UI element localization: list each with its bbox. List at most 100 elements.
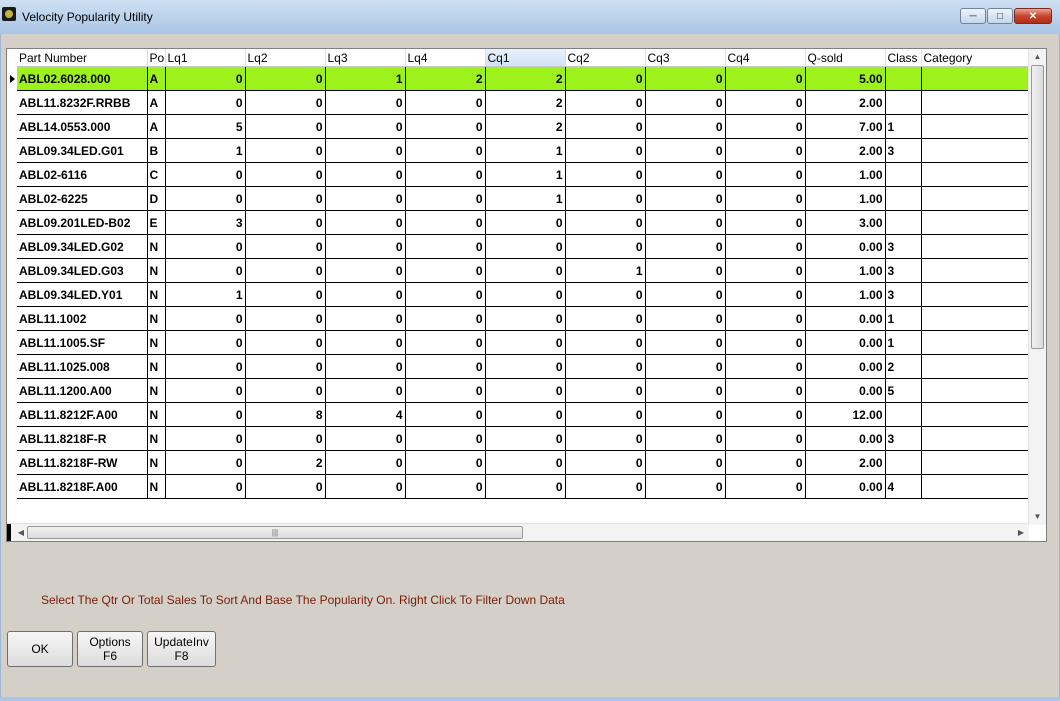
- table-cell[interactable]: 2: [245, 450, 326, 475]
- table-cell[interactable]: 3: [885, 138, 922, 163]
- table-cell[interactable]: [921, 162, 1029, 187]
- table-cell[interactable]: 0: [725, 162, 806, 187]
- table-cell[interactable]: N: [147, 474, 166, 499]
- table-cell[interactable]: [921, 402, 1029, 427]
- table-cell[interactable]: C: [147, 162, 166, 187]
- table-cell[interactable]: 0: [405, 114, 486, 139]
- table-cell[interactable]: ABL11.8212F.A00: [17, 402, 148, 427]
- table-cell[interactable]: 0: [565, 90, 646, 115]
- table-cell[interactable]: [921, 354, 1029, 379]
- table-cell[interactable]: 0: [405, 426, 486, 451]
- table-cell[interactable]: 0: [565, 162, 646, 187]
- table-cell[interactable]: 0: [485, 210, 566, 235]
- table-cell[interactable]: 0: [325, 138, 406, 163]
- table-cell[interactable]: 0: [485, 282, 566, 307]
- table-cell[interactable]: 0: [165, 90, 246, 115]
- table-cell[interactable]: 0: [325, 378, 406, 403]
- table-cell[interactable]: 0: [725, 186, 806, 211]
- table-cell[interactable]: [885, 210, 922, 235]
- table-cell[interactable]: 0: [645, 258, 726, 283]
- table-cell[interactable]: 0: [245, 474, 326, 499]
- table-cell[interactable]: 2: [485, 114, 566, 139]
- table-cell[interactable]: 3.00: [805, 210, 886, 235]
- table-cell[interactable]: 0: [725, 402, 806, 427]
- table-cell[interactable]: 0: [645, 66, 726, 91]
- table-cell[interactable]: 0.00: [805, 234, 886, 259]
- column-header[interactable]: Part Number: [17, 49, 148, 67]
- table-cell[interactable]: 0: [405, 210, 486, 235]
- table-cell[interactable]: N: [147, 258, 166, 283]
- table-cell[interactable]: 4: [325, 402, 406, 427]
- table-cell[interactable]: ABL11.8218F.A00: [17, 474, 148, 499]
- table-cell[interactable]: 1: [165, 138, 246, 163]
- column-header[interactable]: Lq4: [405, 49, 486, 67]
- table-cell[interactable]: 0: [645, 282, 726, 307]
- table-row[interactable]: ABL02-6116 C 0 0 0 0 1 0 0 0 1.00: [7, 162, 1029, 187]
- column-header[interactable]: Q-sold: [805, 49, 886, 67]
- vertical-scroll-thumb[interactable]: [1031, 65, 1044, 349]
- table-cell[interactable]: 0: [245, 354, 326, 379]
- table-cell[interactable]: N: [147, 330, 166, 355]
- table-cell[interactable]: 0: [165, 258, 246, 283]
- table-cell[interactable]: 0: [245, 282, 326, 307]
- table-row[interactable]: ABL11.1005.SF N 0 0 0 0 0 0 0 0 0.00 1: [7, 330, 1029, 355]
- table-cell[interactable]: [921, 258, 1029, 283]
- table-cell[interactable]: 0: [245, 186, 326, 211]
- table-cell[interactable]: ABL09.201LED-B02: [17, 210, 148, 235]
- table-cell[interactable]: 0: [565, 474, 646, 499]
- table-cell[interactable]: 12.00: [805, 402, 886, 427]
- table-cell[interactable]: 0: [725, 234, 806, 259]
- table-cell[interactable]: 0: [405, 234, 486, 259]
- minimize-button[interactable]: ─: [960, 8, 986, 24]
- table-row[interactable]: ABL11.8218F-R N 0 0 0 0 0 0 0 0 0.00 3: [7, 426, 1029, 451]
- column-header[interactable]: Cq1: [485, 49, 566, 67]
- table-row[interactable]: ABL11.8218F-RW N 0 2 0 0 0 0 0 0 2.00: [7, 450, 1029, 475]
- table-cell[interactable]: 0: [565, 234, 646, 259]
- table-cell[interactable]: 0: [645, 114, 726, 139]
- table-cell[interactable]: 0: [485, 426, 566, 451]
- table-cell[interactable]: 0: [565, 66, 646, 91]
- table-cell[interactable]: 0: [405, 186, 486, 211]
- table-cell[interactable]: 1.00: [805, 258, 886, 283]
- column-header[interactable]: Category: [921, 49, 1029, 67]
- table-cell[interactable]: [921, 234, 1029, 259]
- table-cell[interactable]: 0: [725, 282, 806, 307]
- table-cell[interactable]: 0: [245, 66, 326, 91]
- table-cell[interactable]: ABL11.1002: [17, 306, 148, 331]
- table-cell[interactable]: 0: [325, 210, 406, 235]
- horizontal-scroll-thumb[interactable]: |||: [27, 526, 523, 539]
- table-row[interactable]: ABL11.8212F.A00 N 0 8 4 0 0 0 0 0 12.00: [7, 402, 1029, 427]
- table-cell[interactable]: 3: [165, 210, 246, 235]
- table-cell[interactable]: [921, 426, 1029, 451]
- table-cell[interactable]: 0: [645, 186, 726, 211]
- table-cell[interactable]: A: [147, 90, 166, 115]
- table-cell[interactable]: 0: [325, 258, 406, 283]
- table-cell[interactable]: 2.00: [805, 450, 886, 475]
- table-cell[interactable]: 0: [485, 258, 566, 283]
- table-cell[interactable]: 0: [485, 306, 566, 331]
- popularity-grid[interactable]: Part Number Po Lq1 Lq2 Lq3 Lq4 Cq1 Cq2 Cq3 Cq4 Q-s…: [6, 48, 1047, 542]
- scroll-up-icon[interactable]: ▲: [1029, 49, 1046, 65]
- table-cell[interactable]: 4: [885, 474, 922, 499]
- table-cell[interactable]: 0: [565, 306, 646, 331]
- table-cell[interactable]: 0: [325, 282, 406, 307]
- table-cell[interactable]: 0: [165, 378, 246, 403]
- table-cell[interactable]: 1.00: [805, 186, 886, 211]
- table-row[interactable]: ABL02.6028.000 A 0 0 1 2 2 0 0 0 5.00: [7, 66, 1029, 91]
- table-cell[interactable]: [885, 162, 922, 187]
- table-cell[interactable]: 0: [245, 258, 326, 283]
- column-header[interactable]: Lq3: [325, 49, 406, 67]
- table-cell[interactable]: ABL11.1025.008: [17, 354, 148, 379]
- table-cell[interactable]: N: [147, 450, 166, 475]
- table-cell[interactable]: 7.00: [805, 114, 886, 139]
- table-cell[interactable]: 1: [485, 162, 566, 187]
- table-row[interactable]: ABL09.34LED.G02 N 0 0 0 0 0 0 0 0 0.00 3: [7, 234, 1029, 259]
- table-cell[interactable]: ABL02-6116: [17, 162, 148, 187]
- table-cell[interactable]: A: [147, 66, 166, 91]
- table-row[interactable]: ABL09.34LED.G03 N 0 0 0 0 0 1 0 0 1.00 3: [7, 258, 1029, 283]
- table-cell[interactable]: ABL02.6028.000: [17, 66, 148, 91]
- table-cell[interactable]: 0: [325, 162, 406, 187]
- table-cell[interactable]: ABL11.8218F-R: [17, 426, 148, 451]
- table-cell[interactable]: 0: [165, 66, 246, 91]
- table-cell[interactable]: 0: [405, 354, 486, 379]
